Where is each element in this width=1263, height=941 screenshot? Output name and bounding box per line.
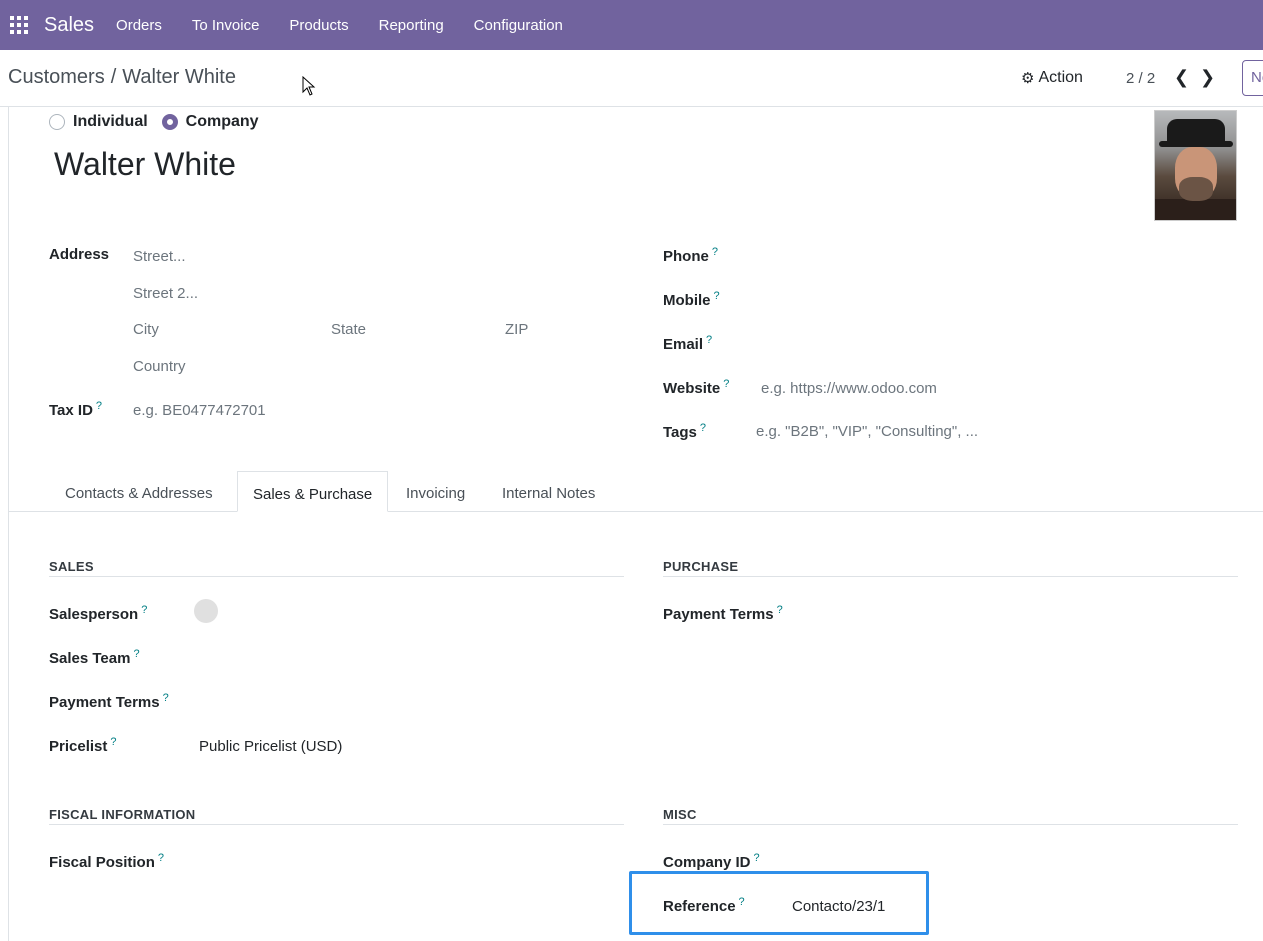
new-button[interactable]: New bbox=[1242, 60, 1263, 96]
mobile-label-text: Mobile bbox=[663, 292, 711, 309]
chevron-left-icon[interactable]: ❮ bbox=[1174, 67, 1189, 88]
sales-team-label-text: Sales Team bbox=[49, 650, 131, 667]
address-label: Address bbox=[49, 246, 110, 263]
purchase-payment-terms-label-text: Payment Terms bbox=[663, 606, 774, 623]
pager-value[interactable]: 2 / 2 bbox=[1126, 70, 1155, 87]
nav-item-products[interactable]: Products bbox=[289, 17, 348, 34]
radio-individual[interactable] bbox=[49, 114, 65, 130]
website-input[interactable]: e.g. https://www.odoo.com bbox=[761, 380, 937, 397]
breadcrumb-current: Walter White bbox=[122, 66, 236, 88]
control-panel: Customers / Walter White ⚙ Action 2 / 2 ❮ … bbox=[0, 50, 1263, 107]
fiscal-divider bbox=[49, 824, 624, 825]
purchase-divider bbox=[663, 576, 1238, 577]
new-button-label: New bbox=[1251, 69, 1263, 86]
nav-item-orders[interactable]: Orders bbox=[116, 17, 162, 34]
sales-divider bbox=[49, 576, 624, 577]
help-icon[interactable]: ? bbox=[777, 604, 783, 616]
tax-id-label-text: Tax ID bbox=[49, 402, 93, 419]
misc-divider bbox=[663, 824, 1238, 825]
street2-input[interactable]: Street 2... bbox=[133, 285, 198, 302]
app-brand[interactable]: Sales bbox=[44, 14, 94, 37]
mobile-label: Mobile? bbox=[663, 290, 720, 309]
salesperson-label-text: Salesperson bbox=[49, 606, 139, 623]
partner-avatar-image[interactable] bbox=[1154, 110, 1237, 221]
pricelist-field[interactable]: Public Pricelist (USD) bbox=[199, 738, 342, 755]
top-navbar: Sales Orders To Invoice Products Reporti… bbox=[0, 0, 1263, 50]
tab-invoicing[interactable]: Invoicing bbox=[406, 471, 465, 512]
pricelist-label: Pricelist? bbox=[49, 736, 117, 755]
mouse-cursor-icon bbox=[302, 76, 316, 96]
salesperson-label: Salesperson? bbox=[49, 604, 147, 623]
partner-name-field[interactable]: Walter White bbox=[54, 146, 236, 183]
tags-label: Tags? bbox=[663, 422, 706, 441]
pricelist-label-text: Pricelist bbox=[49, 738, 108, 755]
tags-label-text: Tags bbox=[663, 424, 697, 441]
help-icon[interactable]: ? bbox=[96, 400, 102, 412]
help-icon[interactable]: ? bbox=[133, 648, 139, 660]
purchase-section-title: PURCHASE bbox=[663, 559, 739, 574]
help-icon[interactable]: ? bbox=[158, 852, 164, 864]
fiscal-section-title: FISCAL INFORMATION bbox=[49, 807, 196, 822]
gear-icon: ⚙ bbox=[1021, 70, 1035, 87]
website-label-text: Website bbox=[663, 380, 721, 397]
sales-section-title: SALES bbox=[49, 559, 94, 574]
nav-item-to-invoice[interactable]: To Invoice bbox=[192, 17, 260, 34]
website-label: Website? bbox=[663, 378, 729, 397]
action-label: Action bbox=[1038, 69, 1083, 86]
radio-individual-label[interactable]: Individual bbox=[73, 113, 148, 131]
help-icon[interactable]: ? bbox=[110, 736, 116, 748]
action-button[interactable]: ⚙ Action bbox=[1021, 69, 1083, 87]
help-icon[interactable]: ? bbox=[712, 246, 718, 258]
help-icon[interactable]: ? bbox=[141, 604, 147, 616]
help-icon[interactable]: ? bbox=[714, 290, 720, 302]
tab-sales-purchase[interactable]: Sales & Purchase bbox=[237, 471, 389, 512]
reference-highlight-box bbox=[629, 871, 929, 935]
country-input[interactable]: Country bbox=[133, 358, 186, 375]
sales-team-label: Sales Team? bbox=[49, 648, 140, 667]
breadcrumb-separator: / bbox=[110, 66, 117, 88]
fiscal-position-label-text: Fiscal Position bbox=[49, 854, 155, 871]
form-sheet bbox=[8, 107, 1263, 941]
help-icon[interactable]: ? bbox=[723, 378, 729, 390]
nav-item-reporting[interactable]: Reporting bbox=[379, 17, 444, 34]
phone-label: Phone? bbox=[663, 246, 718, 265]
purchase-payment-terms-label: Payment Terms? bbox=[663, 604, 783, 623]
help-icon[interactable]: ? bbox=[706, 334, 712, 346]
apps-menu-icon[interactable] bbox=[10, 16, 28, 34]
tax-id-label: Tax ID? bbox=[49, 400, 102, 419]
radio-company[interactable] bbox=[161, 114, 178, 130]
city-input[interactable]: City bbox=[133, 321, 159, 338]
company-id-label-text: Company ID bbox=[663, 854, 751, 871]
email-label: Email? bbox=[663, 334, 712, 353]
tab-internal-notes[interactable]: Internal Notes bbox=[502, 471, 595, 512]
radio-company-label[interactable]: Company bbox=[186, 113, 259, 131]
salesperson-avatar[interactable] bbox=[194, 599, 218, 623]
zip-input[interactable]: ZIP bbox=[505, 321, 528, 338]
notebook-tabs: Contacts & Addresses Sales & Purchase In… bbox=[8, 471, 1263, 512]
tags-input[interactable]: e.g. "B2B", "VIP", "Consulting", ... bbox=[756, 423, 978, 440]
nav-item-configuration[interactable]: Configuration bbox=[474, 17, 563, 34]
payment-terms-label-text: Payment Terms bbox=[49, 694, 160, 711]
tab-contacts-addresses[interactable]: Contacts & Addresses bbox=[65, 471, 213, 512]
tax-id-input[interactable]: e.g. BE0477472701 bbox=[133, 402, 266, 419]
state-input[interactable]: State bbox=[331, 321, 366, 338]
fiscal-position-label: Fiscal Position? bbox=[49, 852, 164, 871]
company-type-radio-group: Individual Company bbox=[49, 113, 273, 131]
phone-label-text: Phone bbox=[663, 248, 709, 265]
chevron-right-icon[interactable]: ❯ bbox=[1200, 67, 1215, 88]
help-icon[interactable]: ? bbox=[163, 692, 169, 704]
help-icon[interactable]: ? bbox=[700, 422, 706, 434]
payment-terms-label: Payment Terms? bbox=[49, 692, 169, 711]
help-icon[interactable]: ? bbox=[754, 852, 760, 864]
email-label-text: Email bbox=[663, 336, 704, 353]
breadcrumb-parent[interactable]: Customers bbox=[8, 66, 105, 88]
company-id-label: Company ID? bbox=[663, 852, 760, 871]
breadcrumb: Customers / Walter White bbox=[8, 66, 236, 89]
street-input[interactable]: Street... bbox=[133, 248, 186, 265]
misc-section-title: MISC bbox=[663, 807, 697, 822]
